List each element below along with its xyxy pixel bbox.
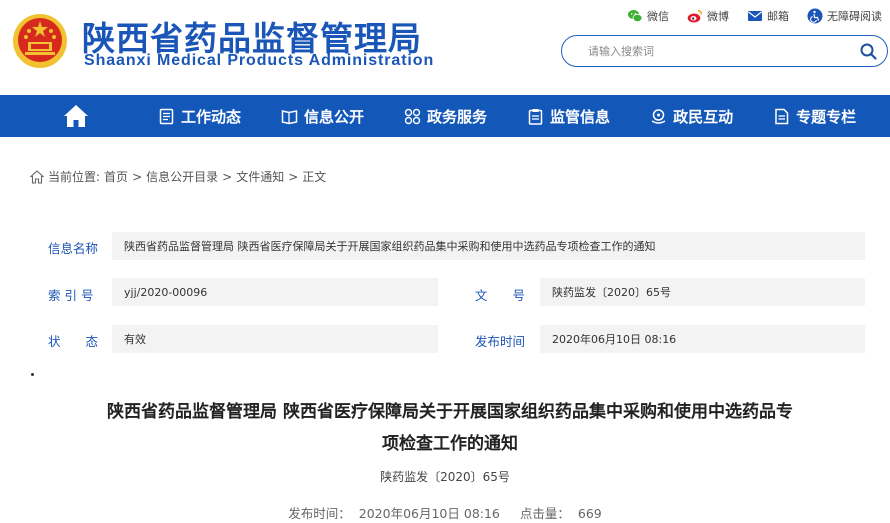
- national-emblem-icon: [13, 14, 67, 68]
- breadcrumb-notices[interactable]: 文件通知: [236, 168, 284, 185]
- nav-item-gov-services[interactable]: 政务服务: [404, 106, 487, 127]
- info-index-value: yjj/2020-00096: [112, 278, 438, 306]
- accessibility-icon: [807, 8, 823, 24]
- main-nav: 工作动态 信息公开 政务服务 监管信息 政民互动 专题专栏: [0, 95, 890, 137]
- search-icon[interactable]: [860, 43, 877, 60]
- breadcrumb-current: 正文: [302, 170, 327, 184]
- info-status-value: 有效: [112, 325, 438, 353]
- view-count: 点击量： 669: [516, 506, 606, 521]
- breadcrumb-catalog[interactable]: 信息公开目录: [146, 168, 218, 185]
- site-title-en[interactable]: Shaanxi Medical Products Administration: [84, 52, 434, 70]
- document-title: 陕西省药品监督管理局 陕西省医疗保障局关于开展国家组织药品集中采购和使用中选药品…: [40, 396, 860, 460]
- info-name-value: 陕西省药品监督管理局 陕西省医疗保障局关于开展国家组织药品集中采购和使用中选药品…: [112, 232, 865, 260]
- top-links: 微信 微博 邮箱 无障碍阅读: [627, 8, 882, 24]
- nav-item-label: 政民互动: [673, 107, 734, 126]
- publish-value: 2020年06月10日 08:16: [358, 506, 500, 521]
- nav-home[interactable]: [46, 95, 106, 137]
- search-box: [561, 35, 888, 67]
- views-value: 669: [577, 506, 602, 521]
- home-icon: [64, 105, 88, 127]
- accessibility-label: 无障碍阅读: [827, 10, 882, 23]
- nav-item-label: 信息公开: [304, 107, 365, 126]
- info-status-label: 状 态: [48, 334, 99, 349]
- nav-item-supervision-info[interactable]: 监管信息: [527, 106, 610, 127]
- breadcrumb-separator: >: [288, 169, 299, 184]
- accessibility-link[interactable]: 无障碍阅读: [807, 8, 882, 24]
- grid-icon: [404, 108, 421, 124]
- wechat-icon: [628, 10, 643, 23]
- mail-link[interactable]: 邮箱: [747, 8, 789, 24]
- wechat-label: 微信: [647, 10, 669, 23]
- nav-item-special-topics[interactable]: 专题专栏: [773, 106, 856, 127]
- info-name-label: 信息名称: [48, 241, 99, 256]
- wechat-link[interactable]: 微信: [627, 8, 669, 24]
- breadcrumb-home[interactable]: 首页: [104, 168, 128, 185]
- nav-item-label: 监管信息: [550, 107, 611, 126]
- publish-time: 发布时间： 2020年06月10日 08:16: [284, 506, 504, 521]
- nav-item-work-news[interactable]: 工作动态: [158, 106, 241, 127]
- nav-item-label: 政务服务: [427, 107, 488, 126]
- views-label: 点击量：: [519, 506, 570, 521]
- weibo-link[interactable]: 微博: [687, 8, 729, 24]
- document-meta: 发布时间： 2020年06月10日 08:16 点击量： 669: [0, 503, 890, 522]
- document-title-line2: 项检查工作的通知: [382, 434, 518, 454]
- weibo-label: 微博: [707, 10, 729, 23]
- info-index-label: 索 引 号: [48, 288, 94, 303]
- home-icon: [30, 169, 44, 184]
- breadcrumb: 当前位置: 首页 > 信息公开目录 > 文件通知 > 正文: [30, 168, 326, 185]
- book-icon: [281, 109, 298, 124]
- document-icon: [775, 108, 789, 124]
- document-number: 陕药监发〔2020〕65号: [380, 470, 510, 484]
- chat-icon: [651, 108, 666, 124]
- info-docno-value: 陕药监发〔2020〕65号: [540, 278, 865, 306]
- info-docno-label: 文 号: [475, 288, 526, 303]
- nav-item-public-interaction[interactable]: 政民互动: [650, 106, 733, 127]
- search-input[interactable]: [562, 37, 842, 65]
- clipboard-icon: [528, 108, 543, 125]
- mail-label: 邮箱: [767, 10, 789, 23]
- site-header: 陕西省药品监督管理局 Shaanxi Medical Products Admi…: [0, 0, 890, 95]
- publish-label: 发布时间：: [288, 506, 351, 521]
- nav-item-label: 专题专栏: [796, 107, 857, 126]
- breadcrumb-prefix: 当前位置:: [48, 170, 101, 184]
- bullet-dot: [31, 373, 34, 376]
- news-icon: [159, 108, 174, 124]
- breadcrumb-separator: >: [222, 169, 233, 184]
- info-date-value: 2020年06月10日 08:16: [540, 325, 865, 353]
- breadcrumb-separator: >: [132, 169, 143, 184]
- nav-item-info-disclosure[interactable]: 信息公开: [281, 106, 364, 127]
- info-date-label: 发布时间: [475, 334, 526, 349]
- weibo-icon: [687, 9, 703, 23]
- mail-icon: [748, 11, 762, 21]
- nav-item-label: 工作动态: [181, 107, 242, 126]
- document-title-line1: 陕西省药品监督管理局 陕西省医疗保障局关于开展国家组织药品集中采购和使用中选药品…: [107, 402, 793, 422]
